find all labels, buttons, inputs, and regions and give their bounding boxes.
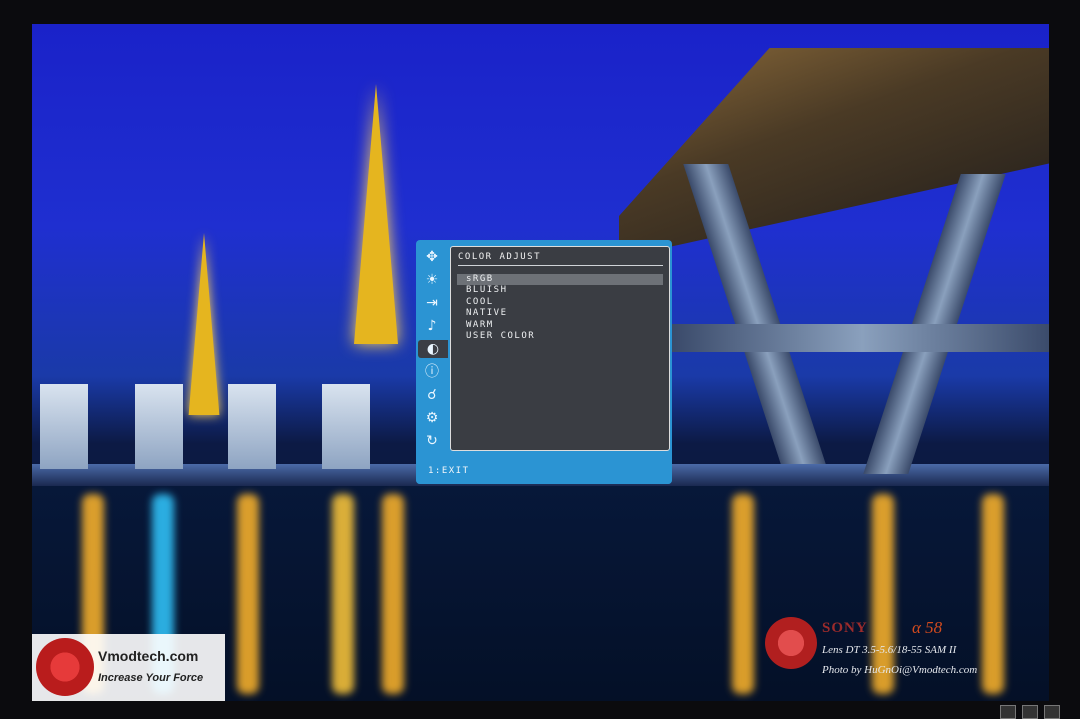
input-select-icon[interactable]: ⇥: [423, 294, 441, 312]
vmodtech-logo-icon: [36, 638, 94, 696]
lens-info: Lens DT 3.5-5.6/18-55 SAM II: [822, 644, 957, 656]
vmodtech-seal-icon: [765, 617, 817, 669]
taskbar-icon: [1000, 705, 1016, 719]
osd-option-srgb[interactable]: sRGB: [457, 274, 663, 286]
light-reflection: [332, 494, 354, 694]
watermark-tagline: Increase Your Force: [98, 672, 204, 684]
monitor-corner-icons: [1000, 705, 1060, 719]
osd-option-bluish[interactable]: BLUISH: [457, 285, 663, 296]
osd-option-cool[interactable]: COOL: [457, 297, 663, 308]
camera-model: α 58: [912, 618, 943, 637]
light-reflection: [382, 494, 404, 694]
camera-brand: SONY: [822, 620, 868, 636]
osd-sidebar: ✥ ☀ ⇥ ♪ ◐ ⓘ ☌ ⚙ ↻: [416, 240, 448, 460]
osd-option-native[interactable]: NATIVE: [457, 308, 663, 319]
audio-icon[interactable]: ♪: [423, 317, 441, 335]
osd-option-list: sRGB BLUISH COOL NATIVE WARM USER COLOR: [457, 274, 663, 342]
osd-divider: [458, 265, 663, 266]
photo-credit: Photo by HuGnOi@Vmodtech.com: [822, 664, 978, 676]
information-icon[interactable]: ⓘ: [423, 363, 441, 381]
taskbar-icon: [1022, 705, 1038, 719]
setup-menu-icon[interactable]: ⚙: [423, 409, 441, 427]
osd-exit-hint[interactable]: 1:EXIT: [428, 466, 470, 476]
osd-menu: ✥ ☀ ⇥ ♪ ◐ ⓘ ☌ ⚙ ↻ COLOR ADJUST sRGB BLUI…: [416, 240, 672, 484]
gatehouse-2: [135, 384, 183, 469]
osd-option-user-color[interactable]: USER COLOR: [457, 331, 663, 342]
watermark-site: Vmodtech.com: [98, 648, 199, 664]
light-reflection: [237, 494, 259, 694]
light-reflection: [982, 494, 1004, 694]
memory-recall-icon[interactable]: ↻: [423, 432, 441, 450]
overpass-beam: [672, 324, 1049, 352]
light-reflection: [732, 494, 754, 694]
taskbar-icon: [1044, 705, 1060, 719]
osd-option-warm[interactable]: WARM: [457, 320, 663, 331]
gatehouse-3: [228, 384, 276, 469]
osd-panel: COLOR ADJUST sRGB BLUISH COOL NATIVE WAR…: [450, 246, 670, 451]
watermark-vmodtech: Vmodtech.com Increase Your Force: [32, 634, 225, 701]
bridge-tower-left: [188, 233, 220, 415]
osd-title: COLOR ADJUST: [458, 252, 542, 262]
gatehouse-4: [322, 384, 370, 469]
auto-adjust-icon[interactable]: ✥: [423, 248, 441, 266]
osd-footer: 1:EXIT: [416, 461, 672, 484]
color-adjust-icon[interactable]: ◐: [418, 340, 448, 358]
manual-image-adjust-icon[interactable]: ☌: [423, 386, 441, 404]
brightness-icon[interactable]: ☀: [423, 271, 441, 289]
bridge-tower-center: [354, 84, 398, 344]
gatehouse-1: [40, 384, 88, 469]
